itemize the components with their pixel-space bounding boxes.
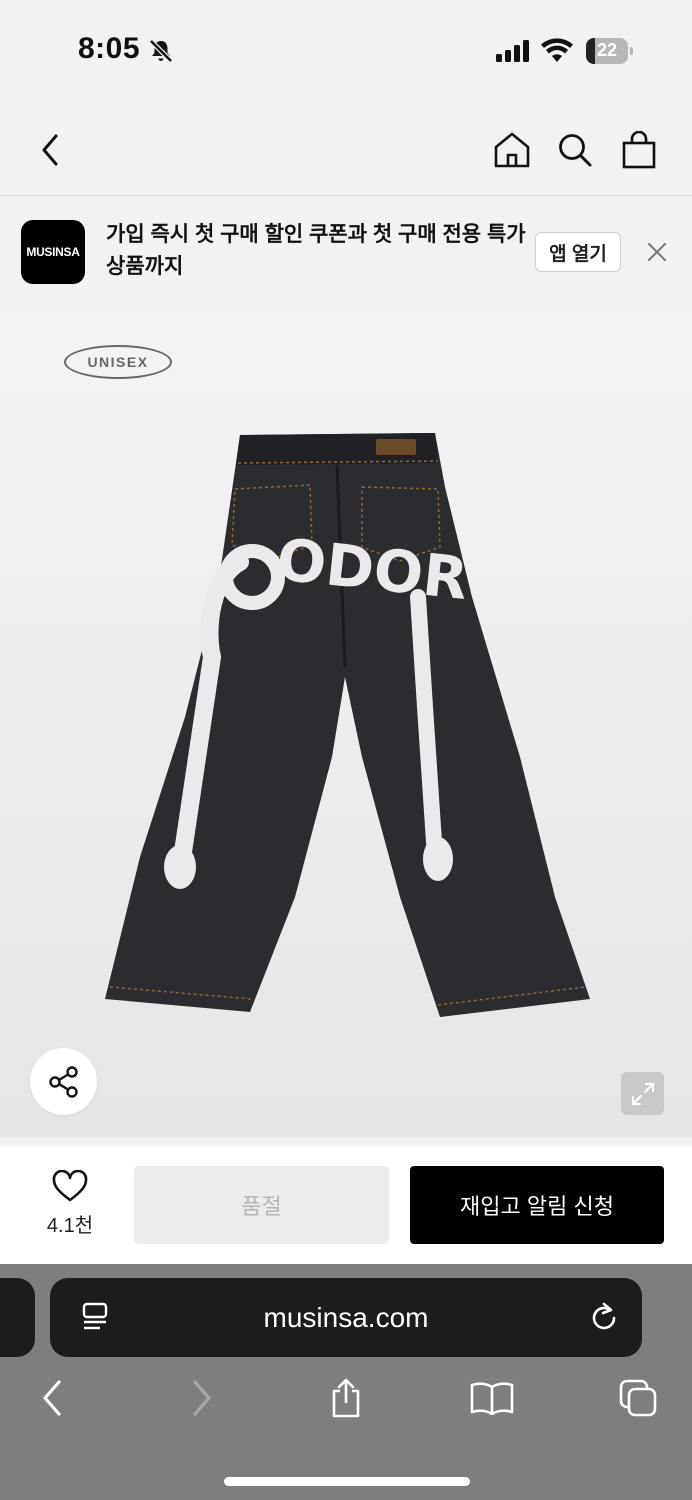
product-image-jeans[interactable]: ODOR [100,427,595,1027]
home-indicator[interactable] [224,1477,470,1486]
like-count: 4.1천 [46,1215,94,1237]
share-box-icon [332,1378,360,1418]
like-button[interactable]: 4.1천 [30,1169,110,1238]
restock-alert-button[interactable]: 재입고 알림 신청 [410,1166,664,1244]
tabs-button[interactable] [616,1376,660,1420]
expand-icon [631,1082,654,1105]
status-time: 8:05 [78,32,141,65]
search-button[interactable] [553,128,597,172]
home-button[interactable] [490,128,534,172]
book-icon [470,1382,514,1415]
search-icon [559,134,592,167]
promo-message: 가입 즉시 첫 구매 할인 쿠폰과 첫 구매 전용 특가 상품까지 [106,223,526,278]
url-text: musinsa.com [263,1302,429,1333]
soldout-button: 품절 [134,1166,389,1244]
share-icon [48,1065,78,1098]
cellular-signal-icon [496,40,529,62]
battery-indicator: 22 [586,38,633,64]
top-nav-bar [0,100,692,196]
browser-share-button[interactable] [324,1376,368,1420]
cart-button[interactable] [617,128,661,172]
chevron-right-icon [193,1380,211,1416]
musinsa-logo: MUSINSA [21,220,85,284]
back-button[interactable] [28,128,72,172]
browser-forward-button[interactable] [180,1376,224,1420]
tabs-icon [619,1379,657,1417]
close-icon[interactable] [644,239,670,265]
reload-icon[interactable] [588,1300,620,1334]
chevron-left-icon [43,1380,61,1416]
address-bar[interactable]: musinsa.com [50,1278,642,1357]
heart-icon [52,1169,88,1202]
open-app-button[interactable]: 앱 열기 [535,232,621,272]
bookmarks-button[interactable] [470,1376,514,1420]
app-promo-banner: MUSINSA 가입 즉시 첫 구매 할인 쿠폰과 첫 구매 전용 특가 상품까… [0,197,692,307]
shopping-bag-icon [622,131,656,169]
expand-image-button[interactable] [621,1072,664,1115]
browser-toolbar: musinsa.com [0,1264,692,1500]
share-button[interactable] [30,1048,97,1115]
previous-tab-preview[interactable] [0,1278,35,1357]
product-image-area: UNISEX ODOR [0,307,692,1137]
unisex-badge: UNISEX [64,345,172,379]
battery-percent: 22 [596,40,618,60]
chevron-left-icon [42,134,58,166]
status-bar: 8:05 22 [0,0,692,100]
browser-back-button[interactable] [30,1376,74,1420]
wifi-icon [541,38,573,62]
home-icon [494,132,530,168]
purchase-bar: 4.1천 품절 재입고 알림 신청 [0,1146,692,1264]
bell-slash-icon [149,39,173,63]
